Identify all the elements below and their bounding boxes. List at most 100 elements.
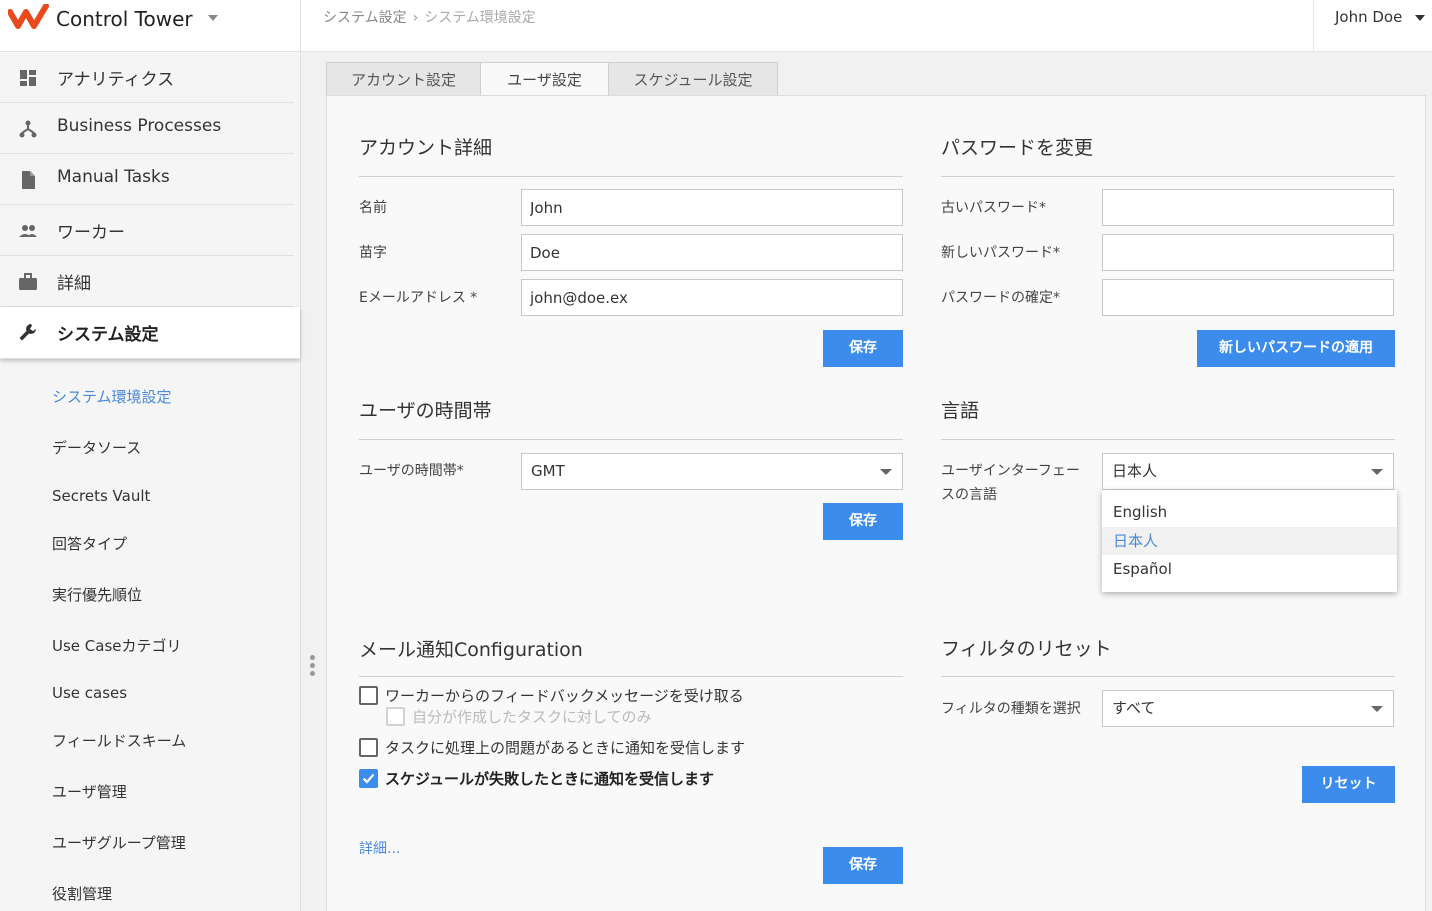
language-select[interactable]: 日本人 <box>1102 453 1394 490</box>
tab-account-settings[interactable]: アカウント設定 <box>326 62 481 96</box>
more-details-link[interactable]: 詳細... <box>359 838 400 858</box>
breadcrumb-current: システム環境設定 <box>424 10 536 26</box>
last-name-field[interactable] <box>521 234 903 271</box>
submenu-execution-priority[interactable]: 実行優先順位 <box>52 584 142 605</box>
checkmark-icon <box>362 773 375 784</box>
dashboard-icon <box>20 70 36 86</box>
divider <box>941 676 1395 677</box>
new-password-field[interactable] <box>1102 234 1394 271</box>
save-mail-button[interactable]: 保存 <box>823 847 903 884</box>
submenu-secrets-vault[interactable]: Secrets Vault <box>52 487 150 505</box>
sidebar-item-label: 詳細 <box>57 274 91 294</box>
tab-schedule-settings[interactable]: スケジュール設定 <box>608 62 778 96</box>
confirm-password-label: パスワードの確定* <box>941 290 1060 306</box>
language-value: 日本人 <box>1112 462 1158 480</box>
people-icon <box>19 225 37 237</box>
schedule-failed-label: スケジュールが失敗したときに通知を受信します <box>385 770 714 788</box>
change-password-title: パスワードを変更 <box>941 137 1094 159</box>
filter-reset-title: フィルタのリセット <box>941 638 1112 660</box>
old-password-label: 古いパスワード* <box>941 200 1046 216</box>
chevron-down-icon[interactable] <box>208 15 218 21</box>
task-problem-label: タスクに処理上の問題があるときに通知を受信します <box>385 739 746 757</box>
breadcrumb: システム設定 › システム環境設定 <box>323 7 536 27</box>
timezone-value: GMT <box>531 462 565 480</box>
timezone-select[interactable]: GMT <box>521 453 903 490</box>
top-header: システム設定 › システム環境設定 John Doe <box>301 0 1432 52</box>
briefcase-icon <box>19 273 37 290</box>
divider <box>941 176 1395 177</box>
submenu-user-group-management[interactable]: ユーザグループ管理 <box>52 832 186 853</box>
submenu-data-sources[interactable]: データソース <box>52 437 141 458</box>
sidebar-item-details[interactable]: 詳細 <box>0 256 294 307</box>
filter-type-select[interactable]: すべて <box>1102 690 1394 727</box>
app-title: Control Tower <box>56 7 193 31</box>
submenu-answer-types[interactable]: 回答タイプ <box>52 533 127 554</box>
email-field[interactable] <box>521 279 903 316</box>
sidebar-item-label: ワーカー <box>57 223 125 243</box>
user-name: John Doe <box>1335 8 1403 26</box>
wrench-icon <box>19 324 36 341</box>
task-problem-checkbox[interactable] <box>359 738 378 757</box>
sidebar-item-system-settings[interactable]: システム設定 <box>0 307 300 359</box>
mail-notification-title: メール通知Configuration <box>359 639 583 661</box>
divider <box>359 439 903 440</box>
own-tasks-only-label: 自分が作成したタスクに対してのみ <box>412 708 652 726</box>
filter-type-value: すべて <box>1112 699 1156 717</box>
divider <box>359 676 903 677</box>
sidebar-item-label: システム設定 <box>57 325 159 345</box>
save-account-button[interactable]: 保存 <box>823 330 903 367</box>
feedback-messages-label: ワーカーからのフィードバックメッセージを受け取る <box>385 687 744 705</box>
submenu-field-schemes[interactable]: フィールドスキーム <box>52 730 186 751</box>
dropdown-arrow-icon <box>880 469 892 475</box>
first-name-field[interactable] <box>521 189 903 226</box>
language-option-spanish[interactable]: Español <box>1102 555 1397 583</box>
filter-type-label: フィルタの種類を選択 <box>941 701 1081 717</box>
sidebar-item-business-processes[interactable]: Business Processes <box>0 103 294 154</box>
sidebar: Control Tower アナリティクス Business Processes… <box>0 0 301 911</box>
submenu-user-management[interactable]: ユーザ管理 <box>52 781 127 802</box>
language-dropdown-menu: English 日本人 Español <box>1102 490 1397 592</box>
account-details-title: アカウント詳細 <box>359 137 493 159</box>
control-tower-logo-icon <box>8 4 49 29</box>
chevron-right-icon: › <box>412 10 419 26</box>
language-title: 言語 <box>941 400 980 422</box>
document-icon <box>22 171 35 189</box>
reset-filter-button[interactable]: リセット <box>1302 766 1395 803</box>
timezone-title: ユーザの時間帯 <box>359 400 492 422</box>
sidebar-item-label: Manual Tasks <box>57 167 170 187</box>
apply-new-password-button[interactable]: 新しいパスワードの適用 <box>1197 330 1395 367</box>
first-name-label: 名前 <box>359 200 387 216</box>
save-timezone-button[interactable]: 保存 <box>823 503 903 540</box>
timezone-label: ユーザの時間帯* <box>359 463 464 479</box>
email-label: Eメールアドレス * <box>359 290 478 306</box>
own-tasks-only-checkbox <box>386 707 405 726</box>
ui-language-label: ユーザインターフェースの言語 <box>941 463 1080 503</box>
submenu-system-environment[interactable]: システム環境設定 <box>52 386 172 407</box>
divider <box>359 176 903 177</box>
tab-user-settings[interactable]: ユーザ設定 <box>480 62 609 96</box>
last-name-label: 苗字 <box>359 245 387 261</box>
sidebar-item-analytics[interactable]: アナリティクス <box>0 52 294 103</box>
sidebar-resize-handle[interactable] <box>310 655 316 679</box>
new-password-label: 新しいパスワード* <box>941 245 1060 261</box>
sidebar-item-label: アナリティクス <box>57 70 175 90</box>
submenu-use-case-categories[interactable]: Use Caseカテゴリ <box>52 635 182 656</box>
submenu-use-cases[interactable]: Use cases <box>52 684 127 702</box>
old-password-field[interactable] <box>1102 189 1394 226</box>
submenu-role-management[interactable]: 役割管理 <box>52 883 112 904</box>
app-brand[interactable]: Control Tower <box>0 0 300 52</box>
dropdown-arrow-icon <box>1371 469 1383 475</box>
feedback-messages-checkbox[interactable] <box>359 686 378 705</box>
language-option-english[interactable]: English <box>1102 498 1397 526</box>
sidebar-item-manual-tasks[interactable]: Manual Tasks <box>0 154 294 205</box>
sidebar-item-workers[interactable]: ワーカー <box>0 205 294 256</box>
process-tree-icon <box>19 120 37 138</box>
dropdown-arrow-icon <box>1371 706 1383 712</box>
breadcrumb-item[interactable]: システム設定 <box>323 10 407 26</box>
main-menu: アナリティクス Business Processes Manual Tasks … <box>0 52 300 359</box>
divider <box>941 439 1395 440</box>
schedule-failed-checkbox[interactable] <box>359 769 378 788</box>
confirm-password-field[interactable] <box>1102 279 1394 316</box>
user-menu[interactable]: John Doe <box>1313 0 1432 52</box>
language-option-japanese[interactable]: 日本人 <box>1102 527 1397 555</box>
